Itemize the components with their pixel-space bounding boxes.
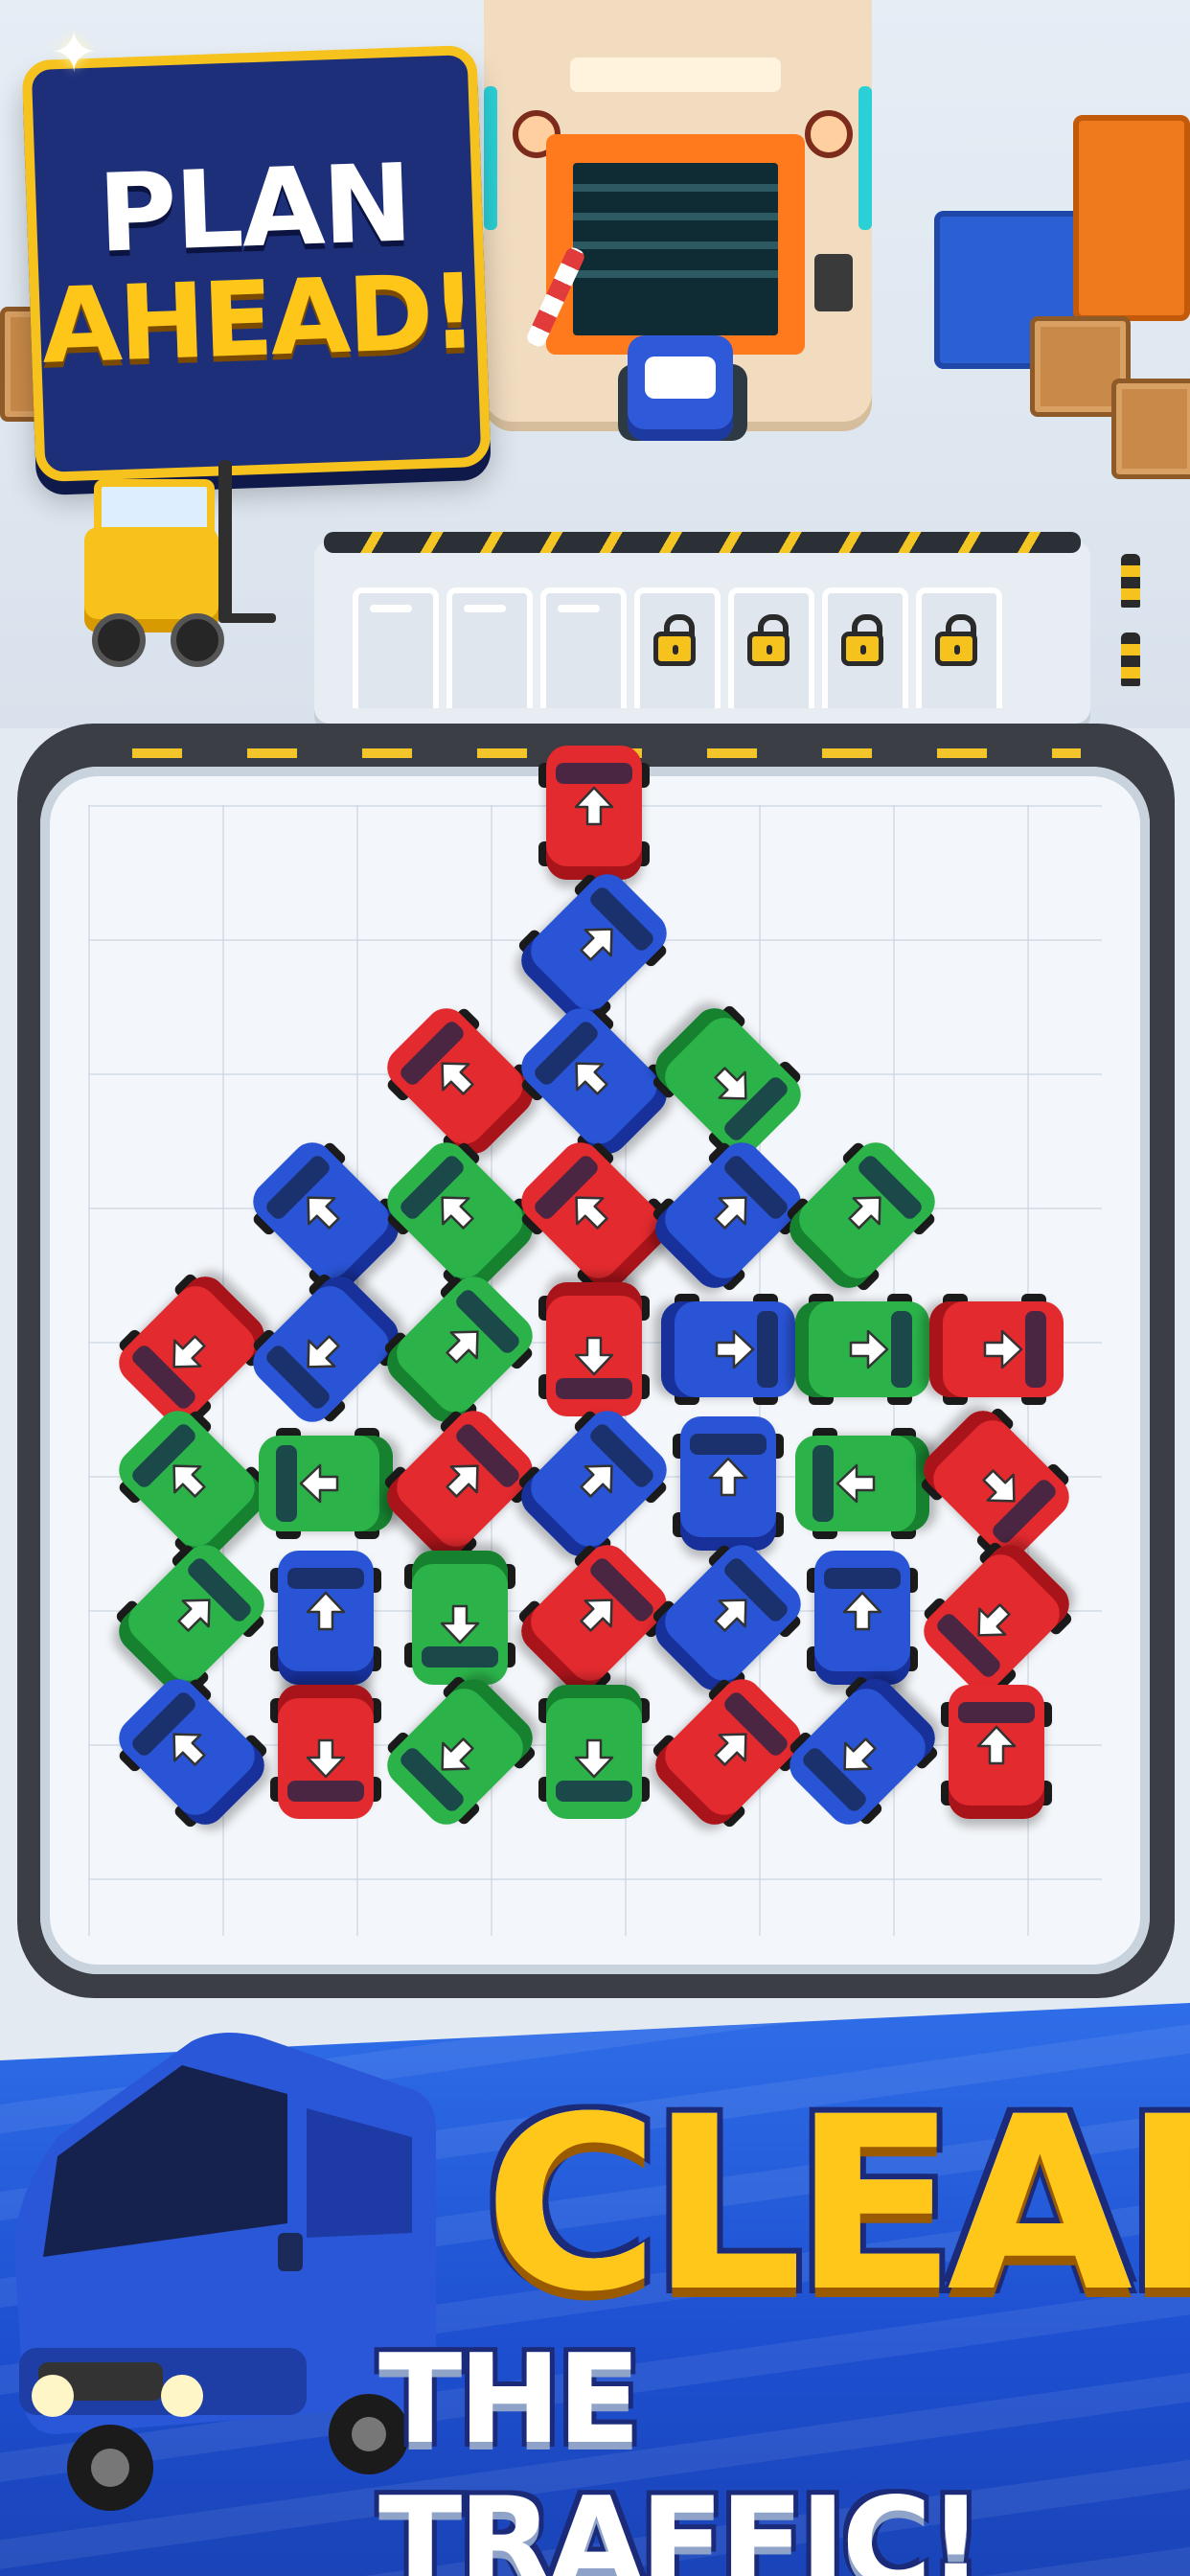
plan-ahead-sign: PLAN AHEAD! bbox=[21, 44, 492, 483]
direction-arrow-icon bbox=[849, 1329, 889, 1369]
traffic-cone bbox=[1121, 632, 1140, 686]
locked-queue-slot[interactable] bbox=[916, 587, 1002, 708]
locked-queue-slot[interactable] bbox=[728, 587, 814, 708]
direction-arrow-icon bbox=[835, 1463, 876, 1504]
open-queue-slot bbox=[353, 587, 439, 708]
direction-arrow-icon bbox=[842, 1591, 882, 1631]
hazard-rail bbox=[324, 532, 1081, 553]
direction-arrow-icon bbox=[574, 1738, 614, 1779]
direction-arrow-icon bbox=[299, 1463, 339, 1504]
sparkle-icon: ✦ bbox=[50, 19, 99, 86]
direction-arrow-icon bbox=[715, 1329, 755, 1369]
sign-line-1: PLAN bbox=[96, 140, 413, 277]
garage-post-right bbox=[858, 86, 872, 230]
garage-post-left bbox=[484, 86, 497, 230]
garage-sign-plate bbox=[570, 58, 781, 92]
traffic-cone bbox=[1121, 554, 1140, 608]
open-queue-slot bbox=[446, 587, 533, 708]
exiting-car bbox=[628, 335, 733, 441]
direction-arrow-icon bbox=[306, 1738, 346, 1779]
banner-subline: THE TRAFFIC! bbox=[378, 2329, 984, 2576]
padlock-icon bbox=[653, 614, 701, 670]
forklift bbox=[75, 460, 276, 671]
garage-door bbox=[546, 134, 805, 355]
parking-queue bbox=[314, 532, 1090, 724]
direction-arrow-icon bbox=[983, 1329, 1023, 1369]
sign-line-2: AHEAD! bbox=[39, 252, 477, 387]
direction-arrow-icon bbox=[574, 786, 614, 826]
direction-arrow-icon bbox=[440, 1604, 480, 1644]
control-panel bbox=[814, 254, 853, 311]
banner-headline: CLEAR bbox=[484, 2065, 1190, 2344]
warehouse-garage bbox=[484, 0, 872, 441]
direction-arrow-icon bbox=[976, 1725, 1017, 1765]
open-queue-slot bbox=[540, 587, 627, 708]
direction-arrow-icon bbox=[708, 1457, 748, 1497]
padlock-icon bbox=[935, 614, 983, 670]
garage-lamp-right bbox=[805, 110, 853, 158]
padlock-icon bbox=[747, 614, 795, 670]
shipping-container-orange bbox=[1073, 115, 1190, 321]
locked-queue-slot[interactable] bbox=[822, 587, 908, 708]
direction-arrow-icon bbox=[306, 1591, 346, 1631]
locked-queue-slot[interactable] bbox=[634, 587, 721, 708]
crate bbox=[1111, 379, 1190, 479]
padlock-icon bbox=[841, 614, 889, 670]
direction-arrow-icon bbox=[574, 1336, 614, 1376]
